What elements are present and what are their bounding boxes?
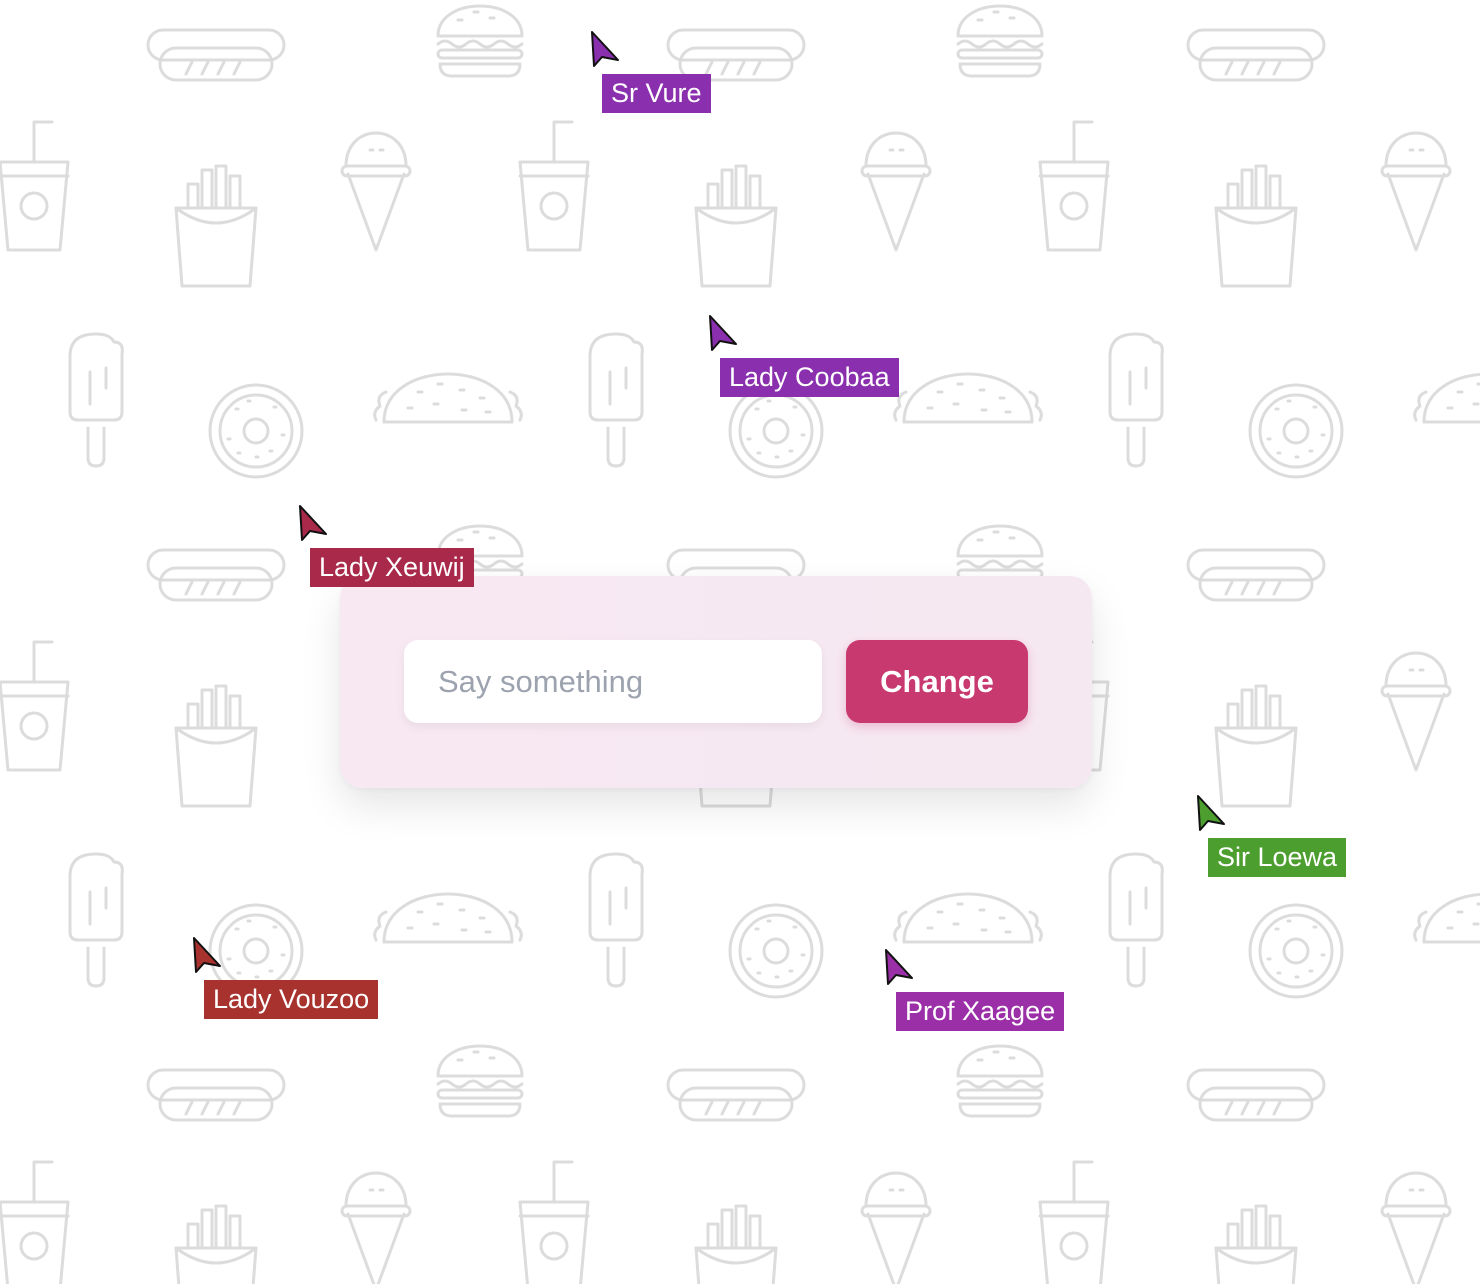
cursor-arrow-icon: [885, 949, 913, 985]
cursor-arrow-icon: [193, 937, 221, 973]
remote-cursor: Sr Vure: [590, 30, 790, 130]
remote-cursor: Lady Vouzoo: [192, 936, 392, 1036]
remote-cursor: Sir Loewa: [1196, 794, 1396, 894]
cursor-arrow-icon: [709, 315, 737, 351]
say-something-input[interactable]: [404, 640, 822, 723]
remote-cursor: Prof Xaagee: [884, 948, 1084, 1048]
message-composer-card: Change: [340, 576, 1092, 788]
cursor-arrow-icon: [591, 31, 619, 67]
cursor-arrow-icon: [1197, 795, 1225, 831]
cursor-name-label: Sr Vure: [602, 74, 711, 113]
cursor-name-label: Lady Xeuwij: [310, 548, 474, 587]
change-button[interactable]: Change: [846, 640, 1028, 723]
cursor-arrow-icon: [299, 505, 327, 541]
cursor-name-label: Lady Coobaa: [720, 358, 899, 397]
cursor-name-label: Lady Vouzoo: [204, 980, 379, 1019]
cursor-name-label: Prof Xaagee: [896, 992, 1065, 1031]
remote-cursor: Lady Xeuwij: [298, 504, 498, 604]
cursor-name-label: Sir Loewa: [1208, 838, 1347, 877]
canvas-stage[interactable]: Change Sr Vure Lady Coobaa Lady Xeuwij S…: [0, 0, 1480, 1284]
remote-cursor: Lady Coobaa: [708, 314, 908, 414]
